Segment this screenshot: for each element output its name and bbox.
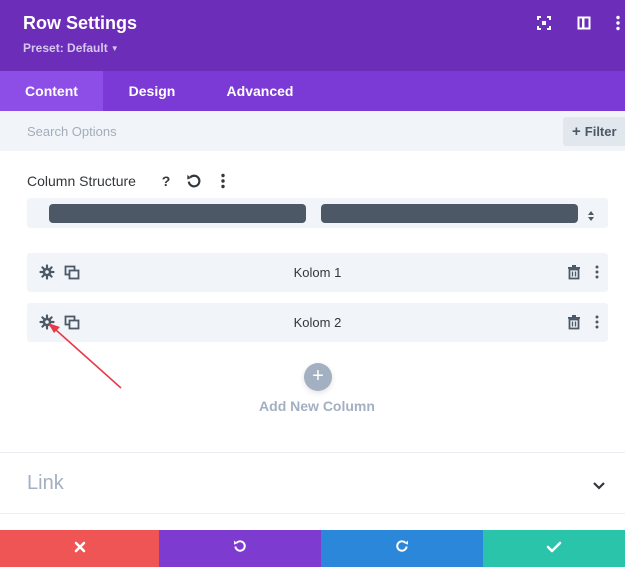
save-button[interactable] [483, 530, 625, 567]
close-icon [74, 540, 86, 558]
add-column-button[interactable]: + [304, 363, 332, 391]
redo-button[interactable] [321, 530, 483, 567]
checkmark-icon [546, 540, 562, 558]
undo-button[interactable] [159, 530, 321, 567]
link-section-title[interactable]: Link [27, 472, 64, 495]
undo-icon [232, 538, 248, 559]
redo-icon [394, 538, 410, 559]
cancel-button[interactable] [0, 530, 159, 567]
divider [0, 513, 625, 514]
divider [0, 452, 625, 453]
add-column-label[interactable]: Add New Column [217, 398, 417, 414]
annotation-arrow [48, 323, 122, 389]
chevron-down-icon[interactable] [592, 478, 606, 490]
